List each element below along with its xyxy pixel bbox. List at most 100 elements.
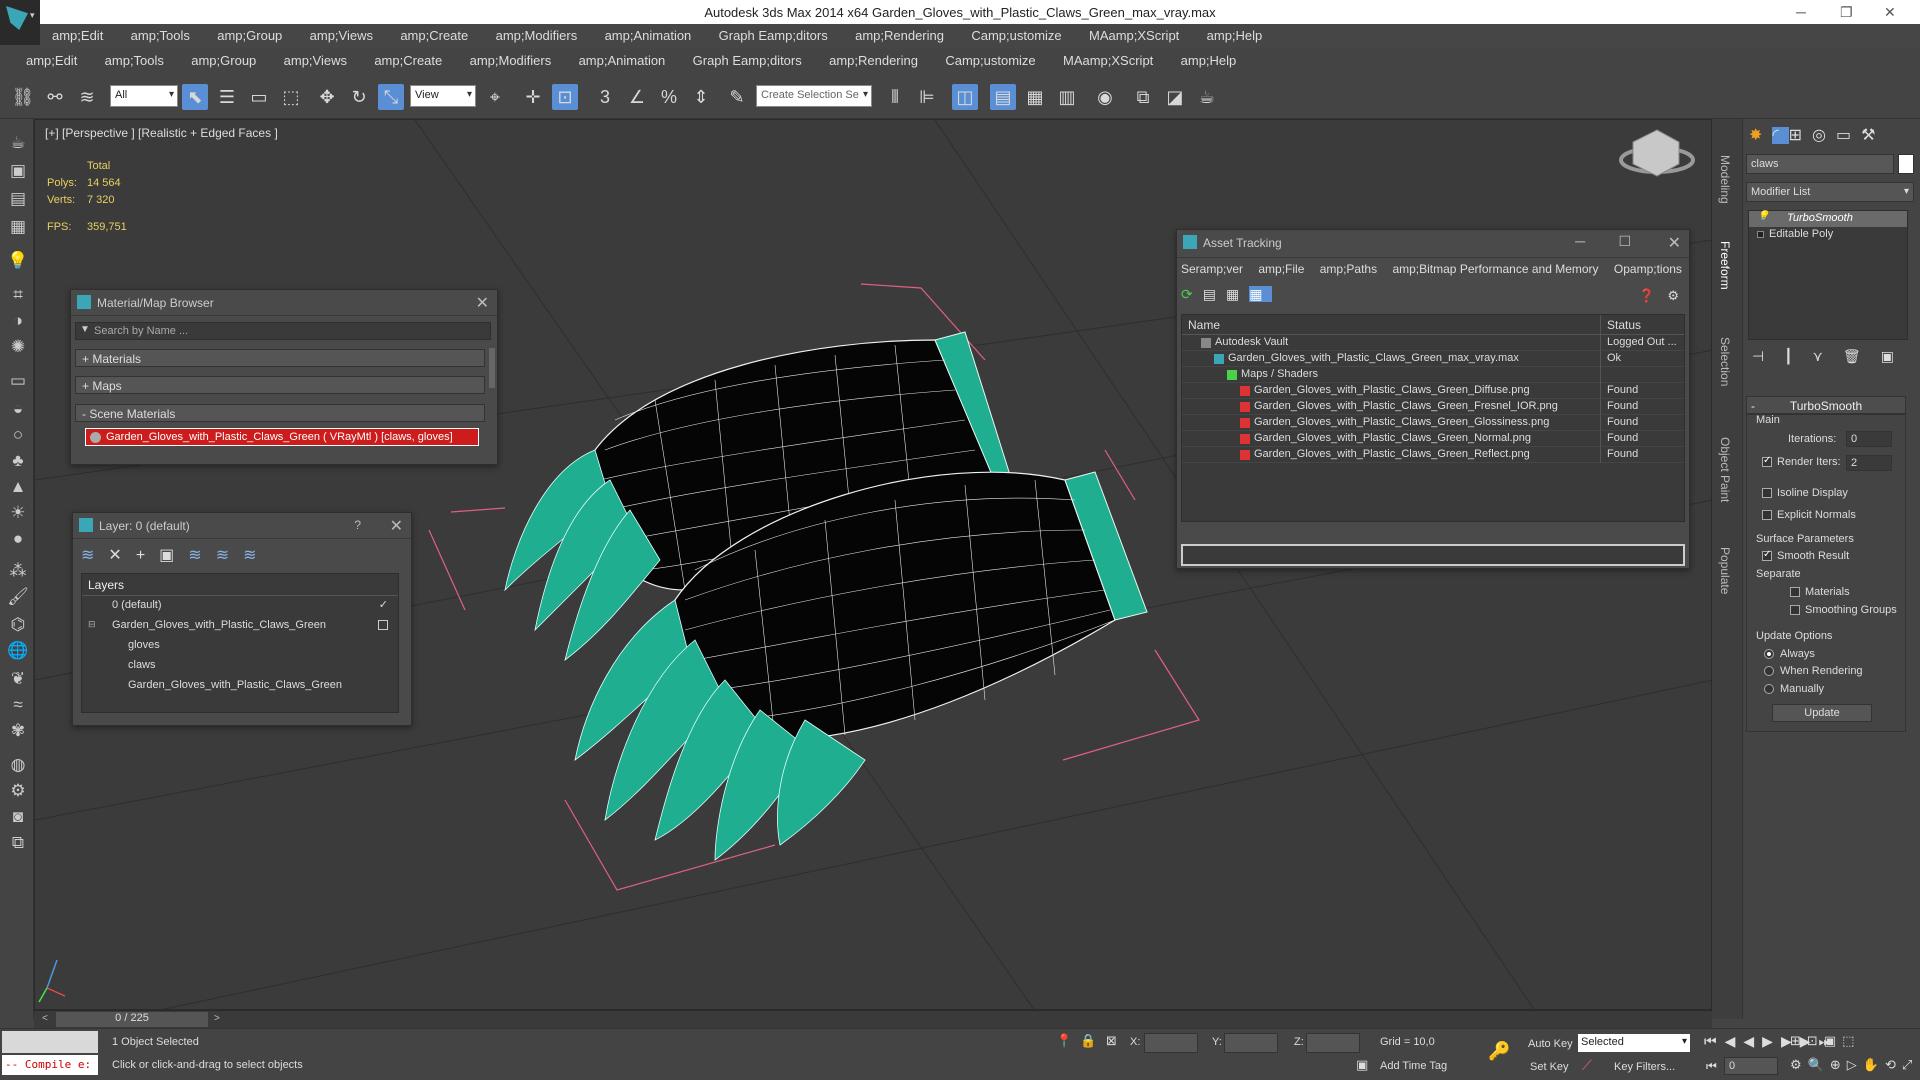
- menu-item[interactable]: amp;Modifiers: [484, 24, 590, 43]
- render-iters-checkbox[interactable]: [1762, 455, 1772, 468]
- menu-item[interactable]: amp;Tools: [119, 24, 202, 43]
- mirror-icon[interactable]: ⫴: [882, 84, 908, 110]
- smooth-result-row[interactable]: Smooth Result: [1762, 549, 1849, 562]
- object-name-field[interactable]: claws: [1746, 154, 1894, 174]
- isolate-icon[interactable]: 📍: [1056, 1033, 1072, 1049]
- menu-item[interactable]: amp;Modifiers: [458, 49, 564, 68]
- previous-key-icon[interactable]: ◀◀: [1725, 1033, 1763, 1049]
- play-icon[interactable]: ▶: [1762, 1033, 1781, 1049]
- close-icon[interactable]: ✕: [390, 516, 403, 536]
- refresh-icon[interactable]: ⟳: [1181, 286, 1203, 302]
- disc-icon[interactable]: ●: [6, 527, 30, 551]
- graphite-tools-icon[interactable]: ▦: [1022, 84, 1048, 110]
- menu-item[interactable]: amp;Animation: [593, 24, 704, 43]
- manually-row[interactable]: Manually: [1764, 683, 1824, 695]
- video-icon[interactable]: ◙: [6, 805, 30, 829]
- restore-button[interactable]: ❐: [1840, 4, 1853, 21]
- render-production-icon[interactable]: ☕: [1194, 84, 1220, 110]
- menu-item[interactable]: MAamp;XScript: [1051, 49, 1165, 68]
- curve-editor-icon[interactable]: ▥: [1054, 84, 1080, 110]
- time-config-icon[interactable]: ⚙: [1790, 1057, 1808, 1072]
- orbit-icon[interactable]: ⟲: [1885, 1057, 1902, 1072]
- menu-item[interactable]: amp;Views: [272, 49, 359, 68]
- freeze-all-icon[interactable]: ≋: [243, 547, 270, 564]
- scene-material-item[interactable]: Garden_Gloves_with_Plastic_Claws_Green (…: [85, 428, 479, 446]
- set-key-button[interactable]: Set Key: [1530, 1061, 1569, 1073]
- menu-item[interactable]: Camp;ustomize: [959, 24, 1073, 43]
- spinner-snap-icon[interactable]: ⇕: [688, 84, 714, 110]
- camera-icon[interactable]: ⌗: [6, 283, 30, 307]
- asset-row[interactable]: Autodesk Vault Logged Out ...: [1182, 335, 1684, 351]
- wireframe-icon[interactable]: ⌬: [6, 613, 30, 637]
- remove-modifier-icon[interactable]: 🗑: [1843, 348, 1881, 364]
- selection-filter-dropdown[interactable]: All ▾: [110, 85, 178, 107]
- rect-selection-icon[interactable]: ▭: [246, 84, 272, 110]
- walk-through-icon[interactable]: ⬚: [1842, 1033, 1860, 1048]
- go-to-start-icon[interactable]: ⏮: [1704, 1033, 1725, 1049]
- smoothing-groups-checkbox[interactable]: [1790, 605, 1800, 616]
- tab-object-paint[interactable]: Object Paint: [1718, 437, 1732, 502]
- sun-icon[interactable]: ☀: [6, 501, 30, 525]
- menu-item[interactable]: amp;Help: [1169, 49, 1249, 68]
- pin-stack-icon[interactable]: ⊣: [1752, 348, 1784, 364]
- menu-item[interactable]: amp;Rendering: [843, 24, 956, 43]
- select-by-name-icon[interactable]: ☰: [214, 84, 240, 110]
- bind-space-warp-icon[interactable]: ≋: [74, 84, 100, 110]
- always-radio[interactable]: [1764, 649, 1774, 660]
- asset-menu-item[interactable]: amp;Bitmap Performance and Memory: [1392, 262, 1598, 276]
- maximize-button[interactable]: ☐: [1618, 233, 1631, 250]
- tab-modeling[interactable]: Modeling: [1718, 155, 1732, 204]
- plant-icon[interactable]: ♣: [6, 449, 30, 473]
- layer-manager-icon[interactable]: ▤: [990, 84, 1016, 110]
- materials-row[interactable]: Materials: [1790, 586, 1850, 598]
- asset-menu-item[interactable]: amp;File: [1258, 262, 1304, 276]
- menu-item[interactable]: amp;Group: [179, 49, 268, 68]
- close-icon[interactable]: ✕: [1668, 233, 1681, 253]
- time-slider[interactable]: < 0 / 225 >: [34, 1010, 1712, 1028]
- menu-item[interactable]: Camp;ustomize: [933, 49, 1047, 68]
- utilities-tab-icon[interactable]: ⚒: [1861, 127, 1885, 144]
- select-manipulate-icon[interactable]: ✛: [520, 84, 546, 110]
- hair-icon[interactable]: ≈: [6, 693, 30, 717]
- reference-coordinate-dropdown[interactable]: View ▾: [410, 85, 476, 107]
- material-browser-title[interactable]: Material/Map Browser ✕: [71, 290, 497, 316]
- menu-item[interactable]: amp;Create: [388, 24, 480, 43]
- hide-all-icon[interactable]: ≋: [216, 547, 243, 564]
- layer-panel-title[interactable]: Layer: 0 (default)? ✕: [73, 513, 411, 539]
- link-icon[interactable]: ⛓: [10, 84, 36, 110]
- auto-key-button[interactable]: Auto Key: [1528, 1038, 1573, 1050]
- stack-item-turbosmooth[interactable]: 💡 TurboSmooth: [1749, 211, 1907, 227]
- turbosmooth-rollout-header[interactable]: - TurboSmooth: [1746, 396, 1906, 414]
- create-tab-icon[interactable]: ✸: [1749, 127, 1772, 144]
- close-button[interactable]: ✕: [1884, 4, 1896, 21]
- smoothing-groups-row[interactable]: Smoothing Groups: [1790, 604, 1897, 616]
- configure-sets-icon[interactable]: ▣: [1881, 348, 1914, 364]
- highlight-layer-icon[interactable]: ≋: [188, 547, 215, 564]
- stack-icon[interactable]: ⧉: [6, 831, 30, 855]
- menu-item[interactable]: amp;Create: [362, 49, 454, 68]
- key-mode-toggle-icon[interactable]: ⏮: [1706, 1059, 1717, 1074]
- angle-snap-icon[interactable]: ∠: [624, 84, 650, 110]
- section-maps[interactable]: + Maps: [75, 376, 485, 394]
- render-icon[interactable]: ▣: [6, 159, 30, 183]
- tab-populate[interactable]: Populate: [1718, 547, 1732, 594]
- zoom-icon[interactable]: 🔍: [1808, 1057, 1830, 1072]
- asset-row[interactable]: Garden_Gloves_with_Plastic_Claws_Green_G…: [1182, 415, 1684, 431]
- lightbulb-icon[interactable]: 💡: [1757, 211, 1769, 222]
- select-object-icon[interactable]: ⬉: [182, 84, 208, 110]
- add-to-layer-icon[interactable]: +: [136, 547, 159, 564]
- asset-path-field[interactable]: [1181, 544, 1685, 566]
- layer-row[interactable]: ⊟ Garden_Gloves_with_Plastic_Claws_Green: [82, 616, 398, 636]
- scene-icon[interactable]: ⚙: [6, 779, 30, 803]
- orb-icon[interactable]: ◍: [6, 753, 30, 777]
- stack-item-editable-poly[interactable]: Editable Poly: [1749, 227, 1907, 243]
- manually-radio[interactable]: [1764, 684, 1774, 695]
- asset-row[interactable]: Garden_Gloves_with_Plastic_Claws_Green_F…: [1182, 399, 1684, 415]
- section-materials[interactable]: + Materials: [75, 349, 485, 367]
- material-search-input[interactable]: ▼ Search by Name ...: [75, 322, 491, 340]
- percent-snap-icon[interactable]: %: [656, 84, 682, 110]
- make-unique-icon[interactable]: ⋎: [1813, 348, 1843, 364]
- grid-icon[interactable]: ▦: [6, 215, 30, 239]
- modify-tab-icon[interactable]: ◜: [1772, 127, 1789, 144]
- leaf-icon[interactable]: ❦: [6, 667, 30, 691]
